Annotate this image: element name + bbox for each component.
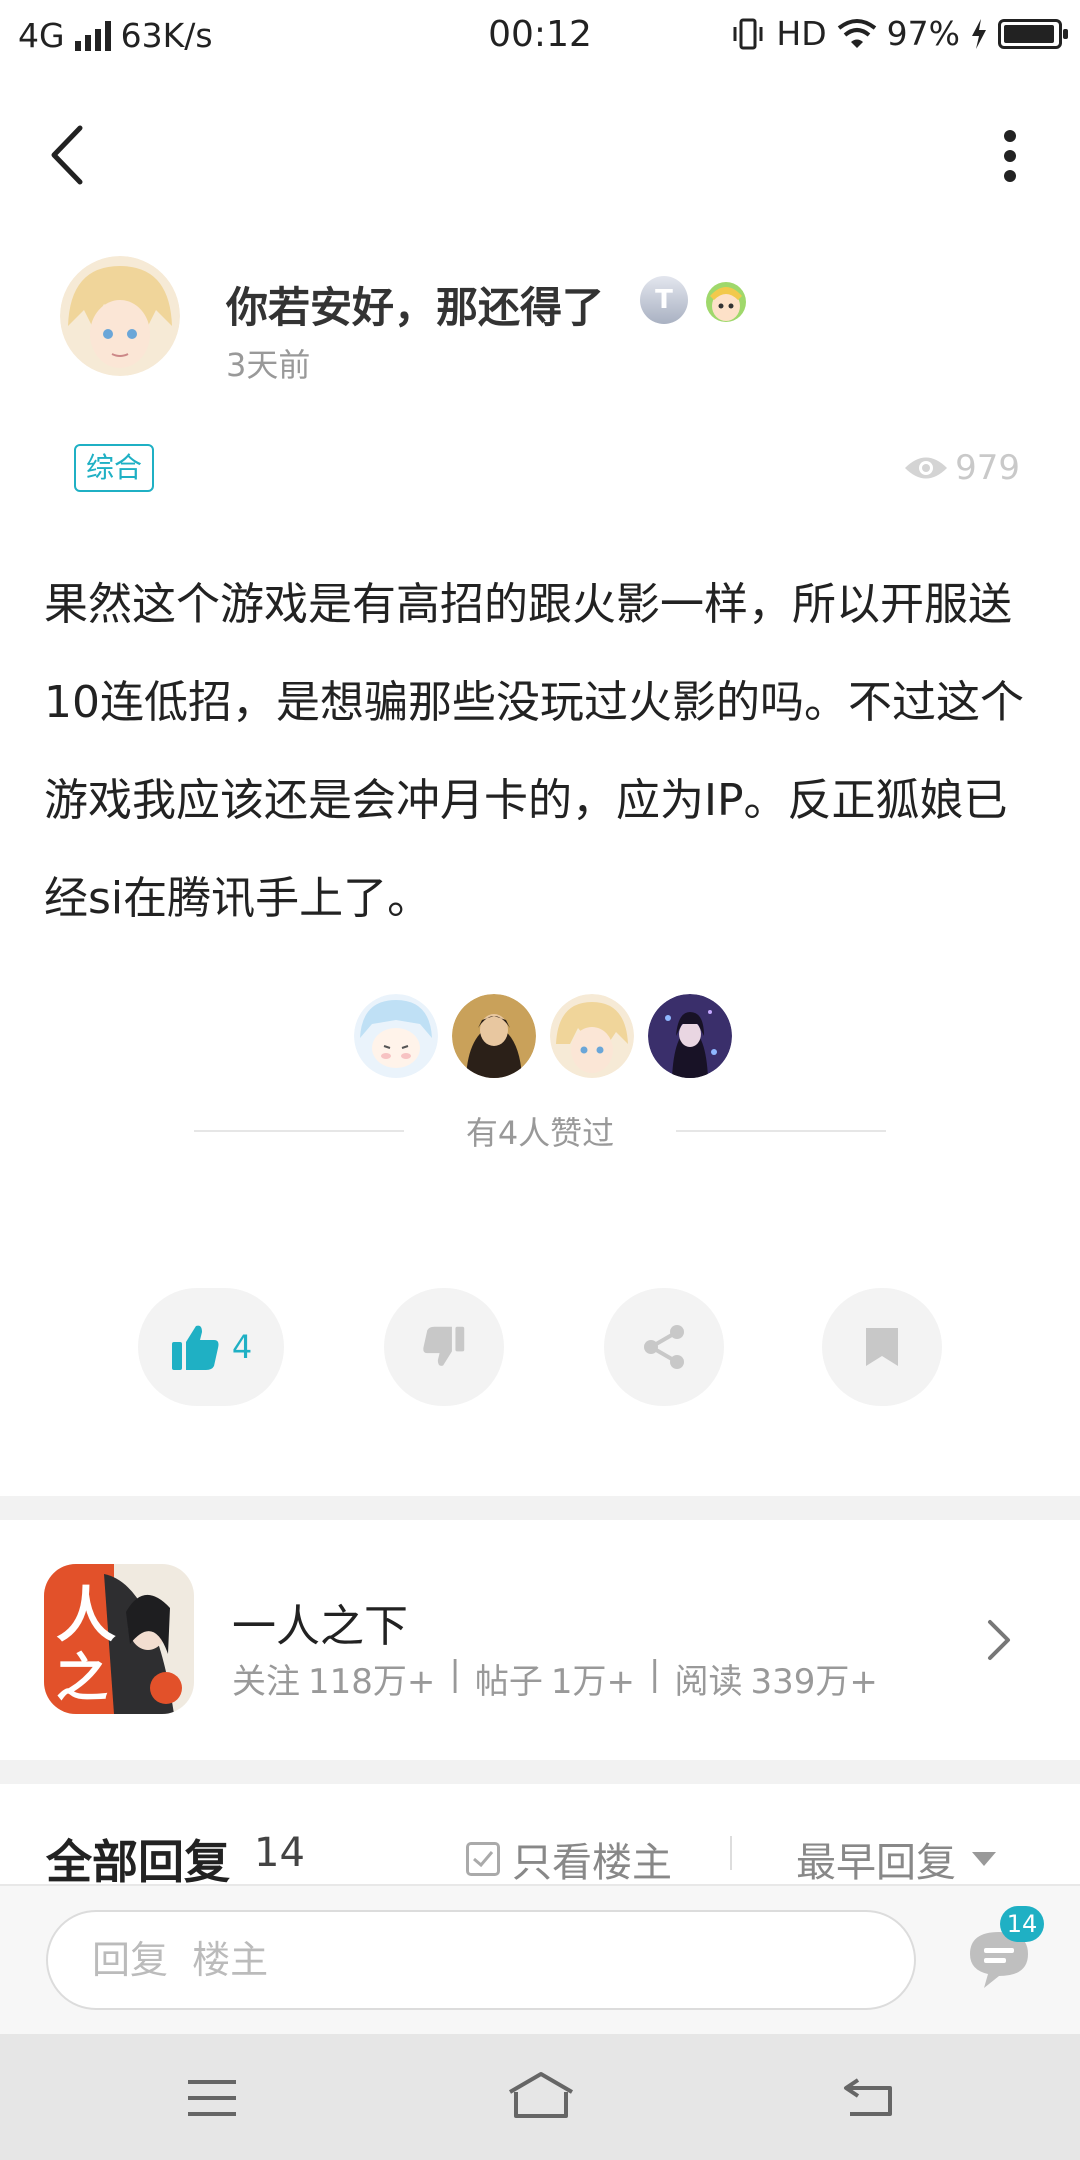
section-divider — [0, 1760, 1080, 1784]
caret-down-icon — [972, 1852, 996, 1866]
battery-icon — [998, 18, 1068, 49]
eye-icon — [905, 457, 948, 479]
liker-avatar[interactable] — [550, 994, 634, 1078]
level-badge-icon: T — [640, 276, 688, 324]
share-icon — [644, 1325, 684, 1369]
posts-count: 1万+ — [550, 1662, 635, 1702]
liker-avatar[interactable] — [648, 994, 732, 1078]
view-count-value: 979 — [955, 448, 1020, 488]
stat-separator: | — [648, 1654, 661, 1694]
comment-count-badge: 14 — [1000, 1906, 1044, 1942]
follow-count: 118万+ — [308, 1662, 436, 1702]
bookmark-icon — [866, 1328, 898, 1366]
sort-label: 最早回复 — [796, 1840, 956, 1886]
only-owner-label: 只看楼主 — [512, 1840, 672, 1886]
dislike-button[interactable] — [384, 1288, 504, 1406]
reply-input[interactable] — [46, 1910, 916, 2010]
character-badge-icon — [706, 282, 746, 322]
reads-count: 339万+ — [750, 1662, 878, 1702]
stat-separator: | — [449, 1654, 461, 1694]
menu-icon[interactable] — [186, 2078, 238, 2118]
checkbox-icon[interactable] — [466, 1842, 500, 1876]
thumbs-down-icon — [423, 1326, 465, 1366]
status-bar: 4G 63K/s 00:12 HD 97% — [0, 0, 1080, 72]
wifi-icon — [837, 18, 876, 48]
hd-indicator: HD — [776, 14, 827, 53]
posts-label: 帖子 — [474, 1662, 543, 1702]
thumbs-up-icon — [171, 1325, 219, 1370]
section-divider — [0, 1496, 1080, 1520]
vibrate-icon — [733, 18, 763, 49]
forum-stats: 关注 118万+ | 帖子 1万+ | 阅读 339万+ — [232, 1654, 878, 1703]
replies-count: 14 — [254, 1830, 305, 1876]
liker-avatar[interactable] — [452, 994, 536, 1078]
back-icon[interactable] — [44, 120, 88, 190]
replies-title: 全部回复 — [46, 1835, 230, 1889]
like-count: 4 — [231, 1328, 253, 1366]
like-button[interactable]: 4 — [138, 1288, 284, 1406]
home-icon[interactable] — [506, 2070, 576, 2120]
system-nav-bar — [0, 2034, 1080, 2160]
liker-avatar[interactable] — [354, 994, 438, 1078]
follow-label: 关注 — [232, 1662, 300, 1702]
chevron-right-icon[interactable] — [984, 1618, 1014, 1662]
author-name[interactable]: 你若安好，那还得了 — [226, 274, 604, 335]
category-tag[interactable]: 综合 — [74, 444, 155, 492]
svg-text:人: 人 — [56, 1581, 116, 1651]
status-right: HD 97% — [730, 14, 1068, 53]
back-nav-icon[interactable] — [842, 2074, 894, 2118]
forum-name[interactable]: 一人之下 — [232, 1590, 408, 1654]
reads-label: 阅读 — [674, 1662, 743, 1702]
post-body: 果然这个游戏是有高招的跟火影一样，所以开服送10连低招，是想骗那些没玩过火影的吗… — [44, 579, 1024, 924]
divider — [730, 1836, 732, 1870]
likers-summary[interactable]: 有4人赞过 — [0, 1108, 1080, 1154]
view-count: 979 — [903, 448, 1020, 488]
only-owner-toggle[interactable]: 只看楼主 — [466, 1830, 672, 1888]
battery-percent: 97% — [886, 14, 960, 53]
svg-text:之: 之 — [56, 1648, 108, 1709]
bookmark-button[interactable] — [822, 1288, 942, 1406]
author-avatar[interactable] — [60, 256, 180, 376]
post-time: 3天前 — [226, 346, 311, 384]
sort-dropdown[interactable]: 最早回复 — [796, 1830, 998, 1888]
more-options-icon[interactable] — [1002, 130, 1018, 182]
forum-icon[interactable]: 人 之 — [44, 1564, 194, 1714]
share-button[interactable] — [604, 1288, 724, 1406]
charging-icon — [972, 18, 986, 49]
